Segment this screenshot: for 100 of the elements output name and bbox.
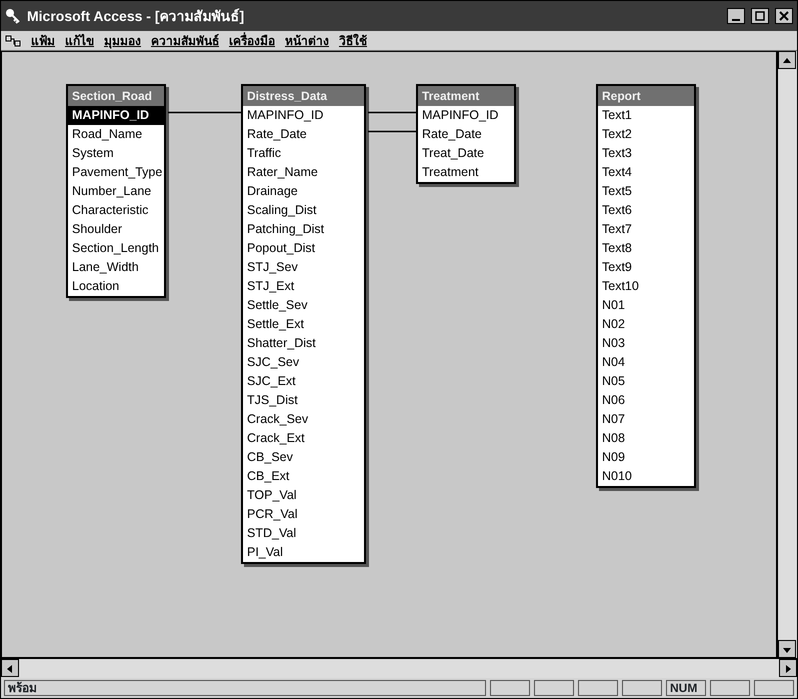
relationship-line[interactable] [368, 112, 416, 114]
relationship-line[interactable] [368, 130, 416, 132]
status-panel [622, 680, 662, 696]
status-panel [578, 680, 618, 696]
field-item[interactable]: N03 [598, 334, 694, 353]
field-item[interactable]: Rater_Name [243, 163, 364, 182]
field-item[interactable]: Text8 [598, 239, 694, 258]
window-title: Microsoft Access - [ความสัมพันธ์] [27, 6, 246, 26]
menu-item[interactable]: แก้ไข [65, 32, 94, 50]
key-app-icon [5, 8, 21, 24]
field-item[interactable]: Text4 [598, 163, 694, 182]
menu-item[interactable]: แฟ้ม [31, 32, 55, 50]
menu-item[interactable]: เครื่องมือ [229, 32, 275, 50]
field-item[interactable]: Crack_Sev [243, 410, 364, 429]
status-panel [754, 680, 794, 696]
field-item[interactable]: Rate_Date [243, 125, 364, 144]
relationship-line[interactable] [168, 112, 241, 114]
maximize-button[interactable] [751, 8, 769, 24]
minimize-button[interactable] [727, 8, 745, 24]
field-item[interactable]: Road_Name [68, 125, 164, 144]
field-item[interactable]: Treatment [418, 163, 514, 182]
field-item[interactable]: SJC_Ext [243, 372, 364, 391]
menu-item[interactable]: มุมมอง [104, 32, 141, 50]
field-item[interactable]: Text9 [598, 258, 694, 277]
field-item[interactable]: Characteristic [68, 201, 164, 220]
status-panel [710, 680, 750, 696]
close-icon [779, 11, 789, 22]
table-window[interactable]: Section_Road MAPINFO_ID Road_Name System Pavement_Type Number_Lane Characteristic Shoulder Section_Length Lane_Width Location [66, 84, 166, 298]
field-item[interactable]: N05 [598, 372, 694, 391]
menu-item[interactable]: หน้าต่าง [285, 32, 329, 50]
menu-item[interactable]: ความสัมพันธ์ [151, 32, 219, 50]
field-item[interactable]: MAPINFO_ID [418, 106, 514, 125]
close-button[interactable] [775, 8, 793, 24]
field-item[interactable]: Crack_Ext [243, 429, 364, 448]
status-indicator: NUM [666, 680, 706, 696]
field-item[interactable]: Text1 [598, 106, 694, 125]
field-item[interactable]: Text5 [598, 182, 694, 201]
up-arrow-icon [783, 56, 791, 65]
field-item[interactable]: Drainage [243, 182, 364, 201]
field-item[interactable]: CB_Sev [243, 448, 364, 467]
field-item[interactable]: System [68, 144, 164, 163]
field-item[interactable]: N08 [598, 429, 694, 448]
maximize-icon [755, 11, 765, 22]
table-title[interactable]: Distress_Data [243, 86, 364, 106]
table-title[interactable]: Treatment [418, 86, 514, 106]
field-item[interactable]: N09 [598, 448, 694, 467]
field-item[interactable]: Number_Lane [68, 182, 164, 201]
field-item[interactable]: MAPINFO_ID [243, 106, 364, 125]
field-item[interactable]: Traffic [243, 144, 364, 163]
field-item[interactable]: CB_Ext [243, 467, 364, 486]
field-item[interactable]: TOP_Val [243, 486, 364, 505]
table-window[interactable]: Treatment MAPINFO_ID Rate_Date Treat_Date Treatment [416, 84, 516, 184]
left-arrow-icon [6, 664, 14, 673]
table-window[interactable]: Report Text1 Text2 Text3 Text4 Text5 Text6 Text7 Text8 Text9 Text10 N01 N02 N03 N04 N05 N06 N07 N08 N09 N010 [596, 84, 696, 488]
field-item[interactable]: Settle_Sev [243, 296, 364, 315]
field-item[interactable]: N010 [598, 467, 694, 486]
field-item[interactable]: Pavement_Type [68, 163, 164, 182]
field-item[interactable]: Text6 [598, 201, 694, 220]
relationship-icon[interactable] [5, 34, 21, 46]
table-title[interactable]: Section_Road [68, 86, 164, 106]
field-item[interactable]: Rate_Date [418, 125, 514, 144]
menu-item[interactable]: วิธีใช้ [339, 32, 367, 50]
field-item[interactable]: N01 [598, 296, 694, 315]
field-item[interactable]: Text10 [598, 277, 694, 296]
field-item[interactable]: PCR_Val [243, 505, 364, 524]
scroll-down-button[interactable] [778, 640, 796, 658]
field-item[interactable]: N06 [598, 391, 694, 410]
status-panel [534, 680, 574, 696]
scroll-right-button[interactable] [779, 659, 797, 677]
field-item[interactable]: N04 [598, 353, 694, 372]
table-window[interactable] [241, 84, 366, 564]
field-item[interactable]: Shoulder [68, 220, 164, 239]
field-item[interactable]: STJ_Ext [243, 277, 364, 296]
field-item[interactable]: Patching_Dist [243, 220, 364, 239]
field-item[interactable]: TJS_Dist [243, 391, 364, 410]
table-title[interactable]: Report [598, 86, 694, 106]
field-item[interactable]: STJ_Sev [243, 258, 364, 277]
field-item[interactable]: Settle_Ext [243, 315, 364, 334]
field-item[interactable]: Text2 [598, 125, 694, 144]
minimize-icon [732, 18, 740, 20]
field-item[interactable]: N02 [598, 315, 694, 334]
field-item[interactable]: MAPINFO_ID [68, 106, 164, 125]
field-item[interactable]: Text3 [598, 144, 694, 163]
status-message: พร้อม [4, 680, 486, 696]
field-item[interactable]: Treat_Date [418, 144, 514, 163]
field-item[interactable]: Popout_Dist [243, 239, 364, 258]
field-item[interactable]: STD_Val [243, 524, 364, 543]
field-item[interactable]: Scaling_Dist [243, 201, 364, 220]
field-item[interactable]: Shatter_Dist [243, 334, 364, 353]
down-arrow-icon [783, 646, 791, 654]
field-item[interactable]: PI_Val [243, 543, 364, 562]
field-item[interactable]: Section_Length [68, 239, 164, 258]
scroll-left-button[interactable] [1, 659, 19, 677]
field-item[interactable]: Location [68, 277, 164, 296]
field-item[interactable]: Text7 [598, 220, 694, 239]
status-panel [490, 680, 530, 696]
field-item[interactable]: N07 [598, 410, 694, 429]
field-item[interactable]: SJC_Sev [243, 353, 364, 372]
field-item[interactable]: Lane_Width [68, 258, 164, 277]
scroll-up-button[interactable] [778, 51, 796, 69]
